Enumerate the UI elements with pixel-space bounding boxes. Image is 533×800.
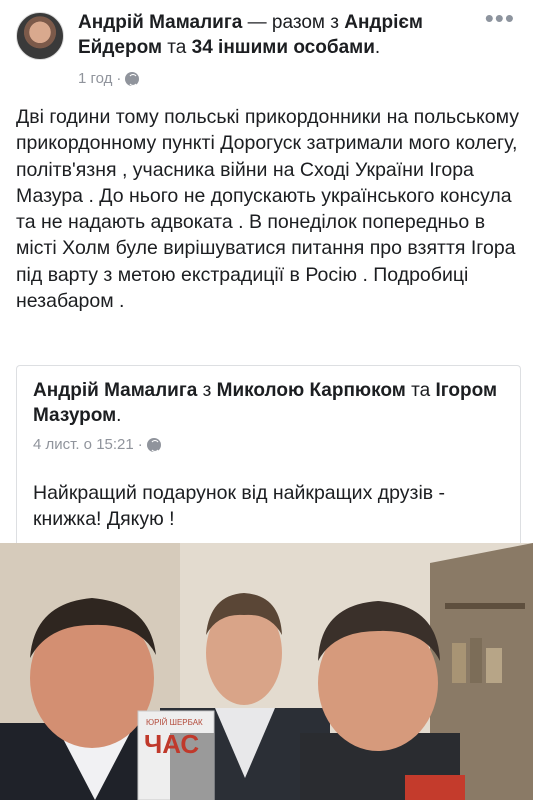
shared-post-card[interactable]: Андрій Мамалига з Миколою Карпюком та Іг… <box>16 365 521 545</box>
globe-icon <box>125 71 140 86</box>
shared-meta: 4 лист. о 15:21 · <box>33 436 161 453</box>
others-link[interactable]: 34 іншими особами <box>192 37 375 58</box>
person-right-book <box>405 775 465 800</box>
shared-and-text: та <box>405 380 436 401</box>
period: . <box>374 37 381 58</box>
shared-time[interactable]: 4 лист. о 15:21 <box>33 436 134 453</box>
shared-photo[interactable]: ЮРІЙ ШЕРБАК ЧАС <box>0 543 533 800</box>
shared-with-text: з <box>197 380 217 401</box>
meta-separator: · <box>116 70 122 87</box>
photo-shelf-board <box>445 603 525 609</box>
shared-author-name-link[interactable]: Андрій Мамалига <box>33 380 197 401</box>
post-text: Дві години тому польські прикордонники н… <box>16 106 520 313</box>
shared-post-text: Найкращий подарунок від найкращих друзів… <box>33 482 446 530</box>
photo-shelf-book <box>470 638 482 683</box>
author-line: Андрій Мамалига — разом з Андрієм Ейдеро… <box>78 10 478 60</box>
shared-meta-separator: · <box>137 436 143 453</box>
globe-icon <box>146 437 161 452</box>
book-title-text: ЧАС <box>144 729 199 759</box>
author-name-link[interactable]: Андрій Мамалига <box>78 12 242 33</box>
shared-author-line: Андрій Мамалига з Миколою Карпюком та Іг… <box>33 378 503 428</box>
with-text: — разом з <box>242 12 345 33</box>
photo-illustration: ЮРІЙ ШЕРБАК ЧАС <box>0 543 533 800</box>
shared-period: . <box>116 405 122 426</box>
author-avatar[interactable] <box>16 12 64 60</box>
book-author-text: ЮРІЙ ШЕРБАК <box>146 718 203 727</box>
and-text: та <box>162 37 192 58</box>
post-meta: 1 год · <box>78 70 140 87</box>
post-time[interactable]: 1 год <box>78 70 112 87</box>
more-options-button[interactable]: ••• <box>485 5 515 31</box>
photo-shelf-book <box>486 648 502 683</box>
shared-tagged-friend-link[interactable]: Миколою Карпюком <box>217 380 406 401</box>
post-header: Андрій Мамалига — разом з Андрієм Ейдеро… <box>16 5 521 87</box>
photo-shelf-book <box>452 643 466 683</box>
